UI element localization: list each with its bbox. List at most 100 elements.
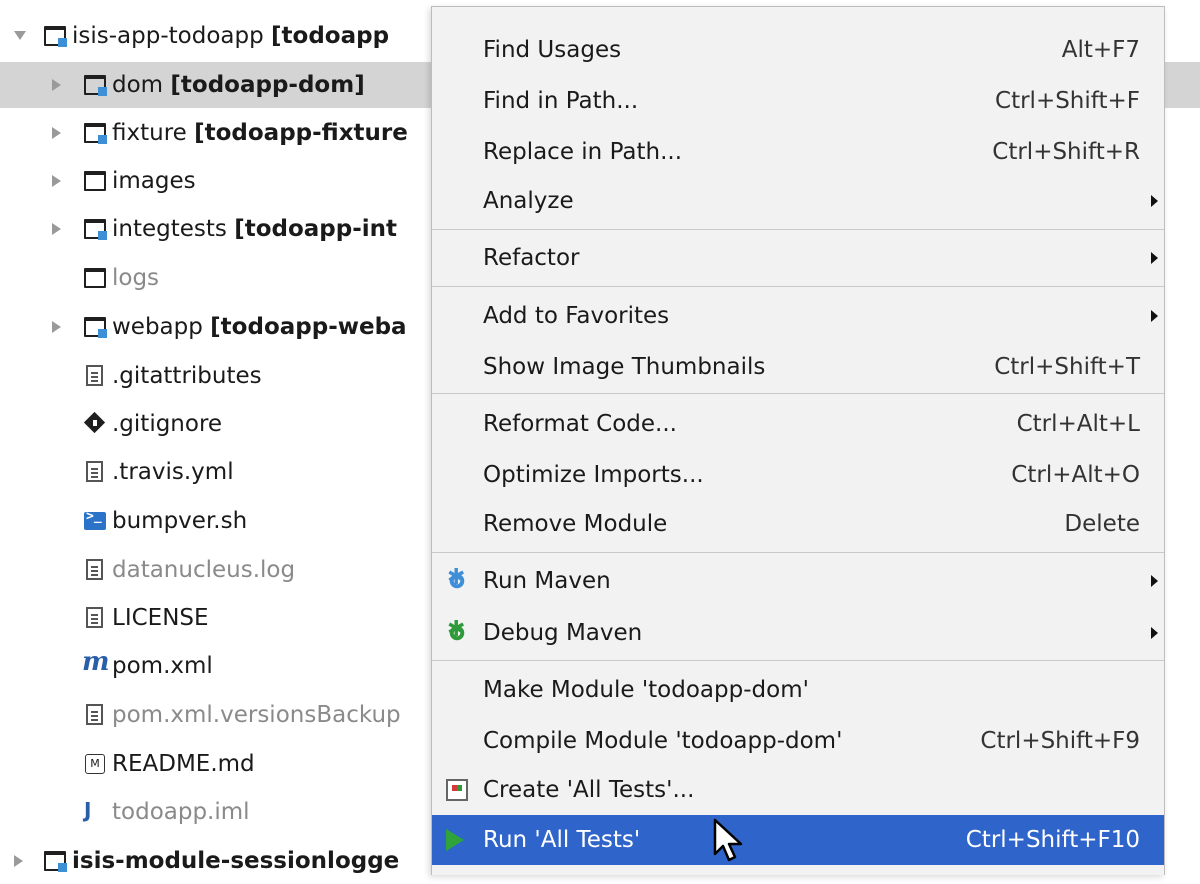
tree-node-name: dom bbox=[112, 72, 164, 98]
tree-node-name: README.md bbox=[112, 751, 255, 777]
text-file-icon bbox=[86, 607, 103, 628]
menu-item-reformat-code[interactable]: Reformat Code... Ctrl+Alt+L bbox=[432, 399, 1164, 449]
menu-item-show-image-thumbnails[interactable]: Show Image Thumbnails Ctrl+Shift+T bbox=[432, 342, 1164, 392]
submenu-arrow-icon bbox=[1151, 310, 1158, 322]
menu-item-label: Replace in Path... bbox=[483, 139, 683, 165]
tree-node-module: [todoapp-dom] bbox=[170, 72, 365, 98]
mouse-pointer-icon bbox=[713, 818, 743, 862]
menu-separator bbox=[432, 229, 1164, 230]
tree-node-module: [todoapp-fixture bbox=[194, 120, 408, 146]
menu-item-find-usages[interactable]: Find Usages Alt+F7 bbox=[432, 25, 1164, 75]
tree-node-name: pom.xml.versionsBackup bbox=[112, 702, 401, 728]
collapse-arrow-icon[interactable] bbox=[52, 79, 61, 91]
menu-item-optimize-imports[interactable]: Optimize Imports... Ctrl+Alt+O bbox=[432, 450, 1164, 500]
menu-item-replace-in-path[interactable]: Replace in Path... Ctrl+Shift+R bbox=[432, 127, 1164, 177]
menu-item-find-in-path[interactable]: Find in Path... Ctrl+Shift+F bbox=[432, 76, 1164, 126]
menu-item-remove-module[interactable]: Remove Module Delete bbox=[432, 499, 1164, 549]
submenu-arrow-icon bbox=[1151, 195, 1158, 207]
collapse-arrow-icon[interactable] bbox=[14, 855, 23, 867]
submenu-arrow-icon bbox=[1151, 627, 1158, 639]
tree-node-name: images bbox=[112, 168, 196, 194]
markdown-icon: M bbox=[85, 754, 105, 774]
menu-item-make-module[interactable]: Make Module 'todoapp-dom' bbox=[432, 665, 1164, 715]
menu-item-shortcut: Ctrl+Shift+F9 bbox=[980, 728, 1140, 754]
tree-node-name: todoapp.iml bbox=[112, 799, 250, 825]
menu-item-refactor[interactable]: Refactor bbox=[432, 233, 1164, 283]
menu-separator bbox=[432, 393, 1164, 394]
tree-node-name: .gitattributes bbox=[112, 363, 262, 389]
menu-item-label: Find Usages bbox=[483, 37, 622, 63]
submenu-arrow-icon bbox=[1151, 252, 1158, 264]
menu-item-shortcut: Ctrl+Shift+F bbox=[995, 88, 1140, 114]
module-file-icon: J bbox=[84, 798, 92, 822]
collapse-arrow-icon[interactable] bbox=[52, 127, 61, 139]
text-file-icon bbox=[86, 704, 103, 725]
context-menu: Find Usages Alt+F7 Find in Path... Ctrl+… bbox=[431, 6, 1165, 875]
menu-item-compile-module[interactable]: Compile Module 'todoapp-dom' Ctrl+Shift+… bbox=[432, 716, 1164, 766]
menu-item-shortcut: Ctrl+Alt+O bbox=[1011, 462, 1140, 488]
menu-separator bbox=[432, 286, 1164, 287]
menu-item-shortcut: Ctrl+Shift+T bbox=[994, 354, 1140, 380]
module-folder-icon bbox=[84, 219, 107, 240]
tree-node-name: integtests bbox=[112, 216, 227, 242]
tree-node-module: [todoapp-weba bbox=[210, 314, 407, 340]
menu-item-run-all-tests[interactable]: Run 'All Tests' Ctrl+Shift+F10 bbox=[432, 815, 1164, 865]
menu-item-label: Analyze bbox=[483, 188, 574, 214]
menu-item-label: Compile Module 'todoapp-dom' bbox=[483, 728, 843, 754]
menu-item-shortcut: Ctrl+Shift+R bbox=[992, 139, 1140, 165]
tree-node-name: fixture bbox=[112, 120, 187, 146]
menu-item-label: Add to Favorites bbox=[483, 303, 670, 329]
menu-item-debug-maven[interactable]: Debug Maven bbox=[432, 608, 1164, 658]
menu-item-analyze[interactable]: Analyze bbox=[432, 176, 1164, 226]
text-file-icon bbox=[86, 461, 103, 482]
menu-item-shortcut: Ctrl+Shift+F10 bbox=[965, 827, 1140, 853]
text-file-icon bbox=[86, 365, 103, 386]
menu-item-label: Optimize Imports... bbox=[483, 462, 704, 488]
tree-node-module: [todoapp-int bbox=[234, 216, 398, 242]
expand-arrow-icon[interactable] bbox=[14, 31, 26, 40]
menu-item-shortcut: Delete bbox=[1064, 511, 1140, 537]
git-icon bbox=[84, 412, 106, 434]
menu-item-add-to-favorites[interactable]: Add to Favorites bbox=[432, 291, 1164, 341]
tree-node-name: pom.xml bbox=[112, 653, 213, 679]
menu-item-label: Show Image Thumbnails bbox=[483, 354, 766, 380]
tree-node-name: LICENSE bbox=[112, 605, 209, 631]
submenu-arrow-icon bbox=[1151, 575, 1158, 587]
menu-item-label: Create 'All Tests'... bbox=[483, 777, 695, 803]
test-config-icon bbox=[446, 779, 468, 801]
module-folder-icon bbox=[44, 26, 67, 47]
menu-separator bbox=[432, 660, 1164, 661]
tree-node-name: isis-module-sessionlogge bbox=[72, 848, 400, 874]
menu-item-label: Find in Path... bbox=[483, 88, 639, 114]
run-play-icon bbox=[446, 829, 464, 851]
menu-item-run-maven[interactable]: Run Maven bbox=[432, 556, 1164, 606]
tree-node-module: [todoapp bbox=[271, 23, 390, 49]
collapse-arrow-icon[interactable] bbox=[52, 175, 61, 187]
folder-icon bbox=[84, 268, 106, 288]
menu-item-label: Reformat Code... bbox=[483, 411, 677, 437]
tree-node-name: .gitignore bbox=[112, 411, 223, 437]
maven-debug-gear-icon bbox=[446, 617, 468, 644]
menu-item-label: Run 'All Tests' bbox=[483, 827, 641, 853]
module-folder-icon bbox=[84, 75, 107, 96]
menu-item-label: Make Module 'todoapp-dom' bbox=[483, 677, 809, 703]
menu-item-create-all-tests[interactable]: Create 'All Tests'... bbox=[432, 765, 1164, 815]
collapse-arrow-icon[interactable] bbox=[52, 223, 61, 235]
tree-node-name: webapp bbox=[112, 314, 203, 340]
module-folder-icon bbox=[84, 123, 107, 144]
collapse-arrow-icon[interactable] bbox=[52, 321, 61, 333]
maven-icon: m bbox=[82, 647, 110, 677]
module-folder-icon bbox=[84, 317, 107, 338]
menu-item-label: Run Maven bbox=[483, 568, 611, 594]
tree-node-name: datanucleus.log bbox=[112, 557, 296, 583]
maven-run-gear-icon bbox=[446, 565, 468, 592]
menu-separator bbox=[432, 552, 1164, 553]
tree-node-name: logs bbox=[112, 265, 160, 291]
menu-item-label: Refactor bbox=[483, 245, 580, 271]
module-folder-icon bbox=[44, 851, 67, 872]
folder-icon bbox=[84, 171, 106, 191]
menu-item-shortcut: Alt+F7 bbox=[1061, 37, 1140, 63]
tree-node-name: isis-app-todoapp bbox=[72, 23, 264, 49]
shell-script-icon bbox=[84, 509, 106, 530]
tree-node-name: .travis.yml bbox=[112, 459, 234, 485]
